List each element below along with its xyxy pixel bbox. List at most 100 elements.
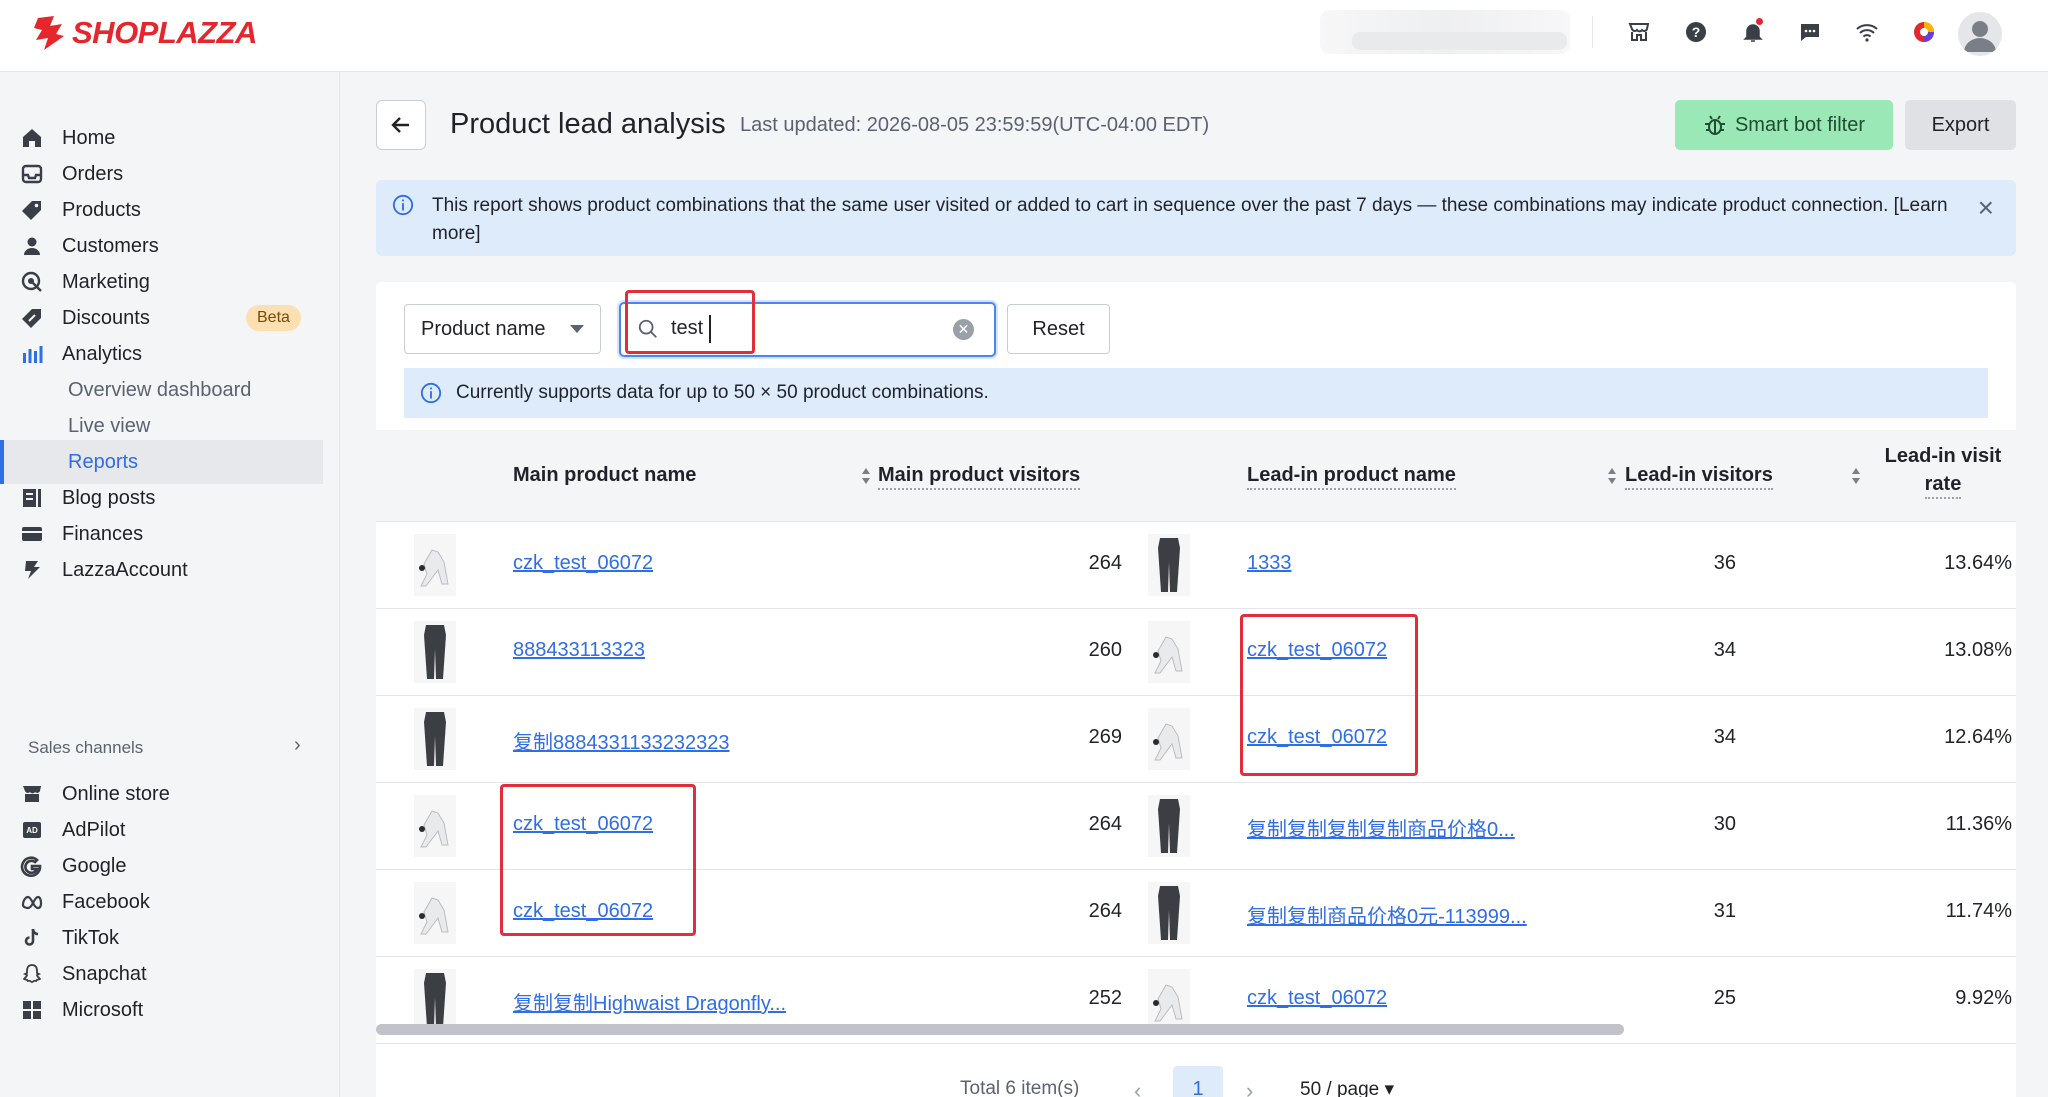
main-product-link[interactable]: czk_test_06072 [513, 552, 653, 575]
lead-in-product-thumbnail[interactable] [1148, 534, 1190, 596]
main-product-visitors: 252 [1088, 987, 1122, 1009]
page-size-select[interactable]: 50 / page ▾ [1300, 1078, 1394, 1097]
lead-in-product-thumbnail[interactable] [1148, 795, 1190, 857]
sidebar-item-microsoft[interactable]: Microsoft [20, 988, 323, 1032]
table-row: czk_test_06072 264 1333 36 13.64% [376, 522, 2016, 609]
info-icon [420, 382, 442, 404]
brand-name: SHOPLAZZA [72, 15, 257, 50]
bug-icon [1704, 115, 1725, 135]
avatar[interactable] [1958, 12, 2002, 56]
discount-icon [20, 305, 50, 331]
col-lead-in-visit-rate[interactable]: Lead-in visit rate [1873, 442, 2013, 499]
table-row: 复制8884331133232323 269 czk_test_06072 34 12.… [376, 696, 2016, 783]
highlight-box [500, 784, 696, 936]
page-size-value: 50 / page [1300, 1079, 1380, 1097]
microsoft-icon [20, 997, 50, 1023]
caret-down-icon [570, 325, 584, 333]
reset-button[interactable]: Reset [1007, 304, 1110, 354]
main-product-visitors: 269 [1088, 726, 1122, 748]
col-main-product-name: Main product name [513, 464, 697, 486]
filter-field-select[interactable]: Product name [404, 304, 601, 354]
svg-text:?: ? [1691, 24, 1700, 40]
lead-in-product-thumbnail[interactable] [1148, 882, 1190, 944]
clear-icon[interactable]: ✕ [953, 319, 974, 340]
sidebar-item-label: AdPilot [62, 818, 126, 841]
sidebar-item-label: Online store [62, 782, 170, 805]
sidebar-item-label: Orders [62, 162, 124, 185]
lead-in-product-link[interactable]: 复制复制商品价格0元-113999... [1247, 900, 1527, 929]
col-lead-in-visitors[interactable]: Lead-in visitors [1625, 464, 1773, 490]
lead-in-visit-rate: 13.08% [1944, 639, 2012, 661]
highlight-box [1240, 614, 1418, 776]
blog-icon [20, 485, 50, 511]
main-product-link[interactable]: 复制8884331133232323 [513, 726, 729, 755]
store-icon [20, 781, 50, 807]
horizontal-scrollbar[interactable] [376, 1024, 1624, 1035]
lead-in-product-link[interactable]: czk_test_06072 [1247, 987, 1387, 1010]
lead-in-product-thumbnail[interactable] [1148, 708, 1190, 770]
sort-icon[interactable] [1850, 467, 1862, 485]
sidebar-item-label: LazzaAccount [62, 558, 188, 581]
main-product-link[interactable]: 复制复制Highwaist Dragonfly... [513, 987, 786, 1016]
smart-bot-filter-button[interactable]: Smart bot filter [1675, 100, 1893, 150]
sort-icon[interactable] [1606, 467, 1618, 485]
help-icon[interactable]: ? [1667, 14, 1724, 50]
info-banner: This report shows product combinations t… [376, 180, 2016, 256]
meta-icon [20, 889, 50, 915]
lead-in-visit-rate: 11.36% [1945, 813, 2012, 835]
sidebar-item-lazzaaccount[interactable]: LazzaAccount [20, 548, 323, 592]
lead-in-visitors: 34 [1713, 726, 1736, 748]
store-icon[interactable] [1610, 14, 1667, 50]
sidebar-item-label: Google [62, 854, 127, 877]
lead-in-product-link[interactable]: 1333 [1247, 552, 1292, 575]
pagination-total: Total 6 item(s) [960, 1078, 1080, 1097]
table-row: 888433113323 260 czk_test_06072 34 13.08% [376, 609, 2016, 696]
lead-in-product-thumbnail[interactable] [1148, 969, 1190, 1031]
notification-dot [1756, 18, 1763, 25]
col-main-product-visitors[interactable]: Main product visitors [878, 464, 1081, 490]
orders-icon [20, 161, 50, 187]
chat-icon[interactable] [1781, 14, 1838, 50]
sort-icon[interactable] [860, 467, 872, 485]
info-icon [392, 194, 414, 216]
main-product-visitors: 260 [1088, 639, 1122, 661]
sidebar-item-label: Customers [62, 234, 159, 257]
close-icon[interactable]: × [1978, 194, 1994, 222]
sidebar-item-label: TikTok [62, 926, 120, 949]
sidebar: Home Orders Products Customers Marketing… [0, 72, 340, 1097]
sidebar-item-label: Finances [62, 522, 144, 545]
sidebar-item-label: Microsoft [62, 998, 144, 1021]
chevron-right-icon[interactable]: › [294, 734, 301, 757]
main-product-thumbnail[interactable] [414, 795, 456, 857]
page-number-current[interactable]: 1 [1173, 1066, 1223, 1097]
main-product-thumbnail[interactable] [414, 534, 456, 596]
caret-down-icon: ▾ [1384, 1079, 1395, 1097]
main-product-thumbnail[interactable] [414, 969, 456, 1031]
back-button[interactable] [376, 100, 426, 150]
limit-note-text: Currently supports data for up to 50 × 5… [456, 382, 989, 403]
page-title: Product lead analysis [450, 108, 726, 140]
main-product-link[interactable]: 888433113323 [513, 639, 645, 662]
main-product-thumbnail[interactable] [414, 708, 456, 770]
divider [1592, 16, 1593, 48]
shoplazza-logo[interactable]: SHOPLAZZA [32, 14, 257, 52]
bell-icon[interactable] [1724, 14, 1781, 50]
sidebar-item-label: Products [62, 198, 141, 221]
store-name-blurred [1352, 32, 1567, 50]
wifi-icon[interactable] [1838, 14, 1895, 50]
export-button[interactable]: Export [1905, 100, 2016, 150]
next-page-icon[interactable]: › [1246, 1078, 1253, 1097]
top-bar: SHOPLAZZA ? [0, 0, 2048, 72]
main-product-thumbnail[interactable] [414, 621, 456, 683]
prev-page-icon[interactable]: ‹ [1134, 1078, 1141, 1097]
sidebar-item-label: Snapchat [62, 962, 147, 985]
lead-in-visitors: 25 [1713, 987, 1736, 1009]
main-product-visitors: 264 [1088, 813, 1122, 835]
main-product-thumbnail[interactable] [414, 882, 456, 944]
sidebar-item-label: Marketing [62, 270, 150, 293]
main-product-visitors: 264 [1088, 900, 1122, 922]
lead-in-product-link[interactable]: 复制复制复制复制商品价格0... [1247, 813, 1515, 842]
lead-in-product-thumbnail[interactable] [1148, 621, 1190, 683]
apps-icon[interactable] [1895, 14, 1952, 50]
lead-in-visitors: 34 [1713, 639, 1736, 661]
